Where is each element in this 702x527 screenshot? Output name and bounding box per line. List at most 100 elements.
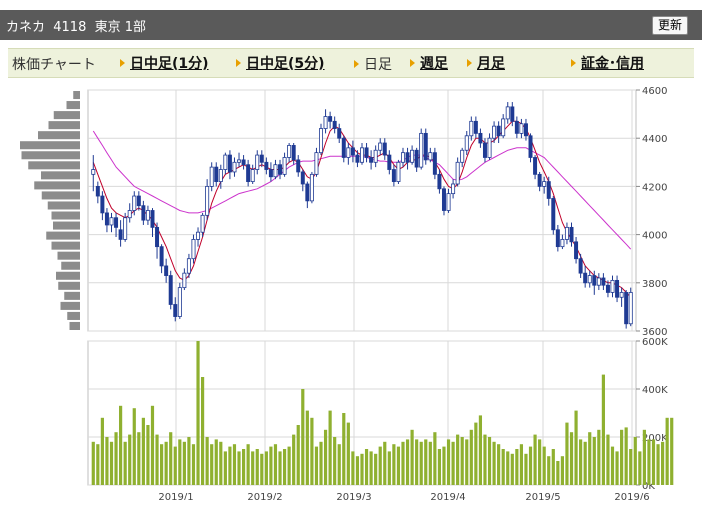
volume-bar	[665, 417, 669, 485]
candle-body	[123, 217, 128, 240]
volume-bar	[647, 439, 651, 485]
candle-body	[364, 147, 369, 158]
candle-body	[478, 132, 483, 144]
candle-body	[323, 116, 328, 129]
candle-body	[273, 164, 278, 178]
candle-body	[291, 145, 296, 161]
volume-bar	[223, 451, 227, 485]
candle-body	[560, 239, 565, 248]
candle-body	[168, 275, 173, 305]
candle-body	[305, 183, 310, 202]
volume-bar	[446, 439, 451, 485]
candle-body	[332, 120, 337, 129]
candle-body	[278, 164, 283, 175]
candle-body	[223, 154, 228, 170]
volume-bar	[424, 439, 428, 485]
candle-body	[542, 181, 547, 187]
candle-body	[341, 137, 346, 158]
candle-body	[400, 152, 405, 163]
y-tick-label: 3800	[642, 279, 667, 290]
volume-bar	[620, 429, 624, 485]
arrow-icon	[467, 59, 472, 67]
x-tick-label: 2019/1	[158, 492, 193, 500]
volume-bar	[478, 415, 483, 485]
candle-body	[441, 188, 446, 211]
volume-bar	[128, 434, 132, 485]
volume-bar	[210, 444, 214, 485]
volume-bar	[319, 441, 323, 485]
candle-body	[564, 226, 569, 240]
volume-profile-bar	[48, 121, 80, 130]
refresh-button[interactable]: 更新	[651, 16, 688, 35]
nav-weekly[interactable]: 週足	[410, 53, 448, 73]
candle-body	[104, 212, 109, 226]
volume-bar	[428, 441, 432, 485]
volume-profile-bar	[20, 141, 80, 150]
volume-profile-bar	[60, 301, 80, 310]
volume-bar	[346, 422, 350, 485]
volume-bar	[396, 446, 401, 485]
volume-bar	[132, 408, 136, 485]
candle-body	[268, 169, 273, 178]
volume-bar	[364, 449, 369, 485]
volume-bar	[437, 449, 442, 485]
volume-bar	[119, 405, 123, 485]
candle-body	[510, 106, 515, 122]
candle-body	[469, 120, 474, 137]
volume-profile-bar	[61, 261, 80, 270]
volume-bar	[515, 449, 519, 485]
candle-body	[186, 258, 191, 274]
candle-body	[360, 147, 364, 163]
volume-bar	[323, 429, 328, 485]
candle-body	[373, 149, 378, 163]
y-tick-label: 4600	[642, 86, 667, 97]
nav-monthly[interactable]: 月足	[467, 53, 505, 73]
candle-body	[451, 183, 456, 195]
nav-margin-credit[interactable]: 証金･信用	[571, 53, 644, 73]
volume-bar	[114, 432, 118, 485]
volume-bar	[528, 446, 533, 485]
candle-body	[455, 161, 460, 185]
volume-bar	[301, 389, 305, 485]
y-tick-label: 4000	[642, 231, 667, 242]
nav-link-label: 証金･信用	[581, 56, 644, 72]
volume-bar	[292, 434, 296, 485]
candle-body	[255, 154, 260, 170]
x-tick-label: 2019/6	[614, 492, 649, 500]
candle-body	[173, 304, 178, 317]
nav-intraday-1min[interactable]: 日中足(1分)	[120, 53, 209, 73]
arrow-icon	[120, 59, 125, 67]
volume-bar	[610, 446, 615, 485]
volume-bar	[296, 425, 300, 485]
volume-bar	[597, 429, 601, 485]
title-bar: カネカ 4118 東京 1部 更新	[0, 10, 702, 40]
volume-tick-label: 400K	[642, 385, 668, 396]
volume-bar	[405, 439, 410, 485]
volume-bar	[164, 441, 168, 485]
volume-bar	[369, 451, 373, 485]
volume-bar	[615, 451, 619, 485]
volume-bar	[606, 434, 610, 485]
candle-body	[350, 147, 355, 156]
volume-bar	[433, 432, 437, 485]
candle-body	[615, 279, 620, 298]
volume-bar	[155, 434, 159, 485]
nav-intraday-5min[interactable]: 日中足(5分)	[236, 53, 325, 73]
candle-body	[132, 195, 137, 211]
volume-bar	[465, 439, 469, 485]
volume-bar	[579, 439, 583, 485]
candle-body	[624, 292, 629, 325]
volume-bar	[483, 434, 487, 485]
candle-body	[574, 241, 579, 260]
candle-body	[200, 214, 205, 233]
volume-profile-bar	[69, 321, 80, 330]
volume-bar	[651, 439, 656, 485]
volume-bar	[278, 451, 282, 485]
volume-bar	[592, 437, 596, 485]
volume-bar	[661, 441, 665, 485]
volume-bar	[569, 432, 574, 485]
candle-body	[387, 154, 392, 170]
volume-bar	[310, 417, 314, 485]
volume-bar	[442, 446, 446, 485]
chart-section-label: 株価チャート	[12, 57, 96, 73]
